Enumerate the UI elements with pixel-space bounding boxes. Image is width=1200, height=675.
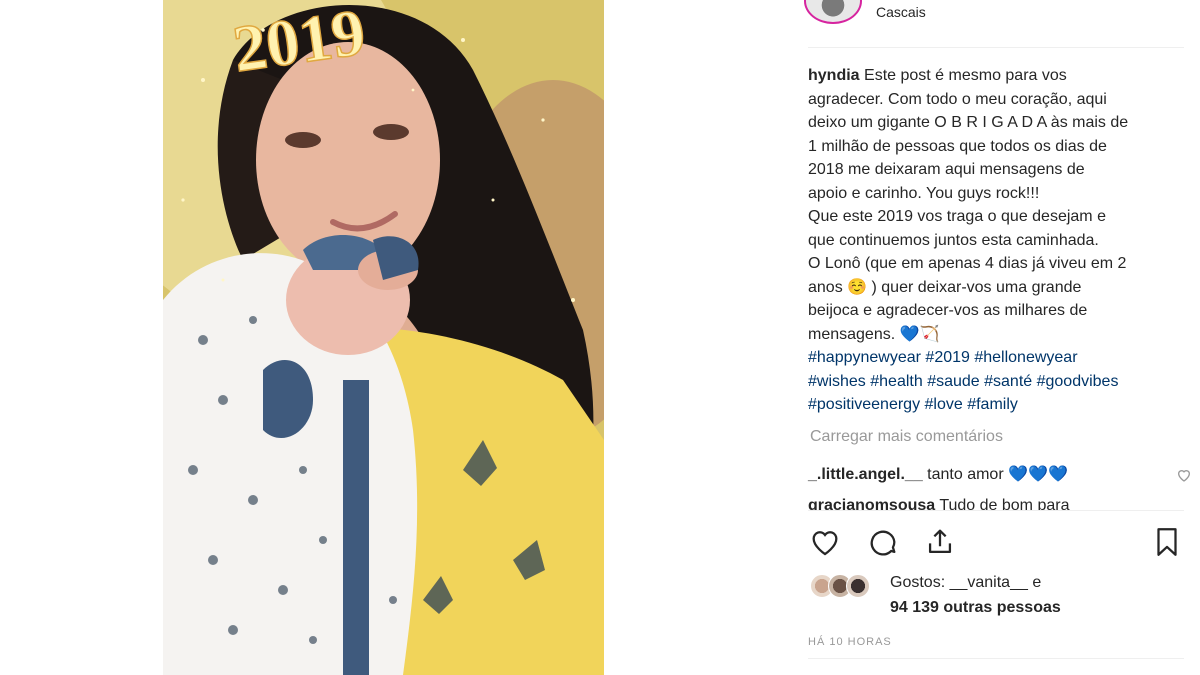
action-bar (808, 525, 1184, 561)
footer-divider (808, 658, 1184, 659)
post-photo[interactable]: 2019 (163, 0, 604, 675)
likes-text: Gostos: __vanita__ e (890, 574, 1042, 591)
heart-icon[interactable] (808, 525, 842, 559)
comment-item: _.little.angel.__ tanto amor 💙💙💙 (808, 464, 1191, 484)
comment-text: tanto amor 💙💙💙 (927, 466, 1068, 483)
caption-line: apoio e carinho. You guys rock!!! (808, 184, 1040, 202)
caption-line: mensagens. 💙🏹 (808, 325, 940, 343)
post-sidebar: Cascais hyndia Este post é mesmo para vo… (804, 0, 1191, 675)
caption-line: agradecer. Com todo o meu coração, aqui (808, 90, 1107, 108)
caption-line: 2018 me deixaram aqui mensagens de (808, 161, 1085, 178)
comments-divider (808, 510, 1184, 511)
caption-line: hyndia Este post é mesmo para vos (808, 67, 1067, 84)
likes-others[interactable]: 94 139 outras pessoas (890, 599, 1061, 617)
caption-line: beijoca e agradecer-vos as milhares de (808, 302, 1088, 319)
caption-line: anos ☺️ ) quer deixar-vos uma grande (808, 278, 1082, 296)
liker-username[interactable]: __vanita__ (950, 574, 1028, 591)
hashtag-line[interactable]: #positiveenergy #love #family (808, 393, 1178, 417)
header-divider (808, 47, 1184, 48)
hashtag-line[interactable]: #wishes #health #saude #santé #goodvibes (808, 370, 1178, 394)
comment-username[interactable]: gracianomsousa (808, 497, 935, 511)
caption-line: deixo um gigante O B R I G A D A às mais… (808, 114, 1129, 131)
hashtag-line[interactable]: #happynewyear #2019 #hellonewyear (808, 346, 1178, 370)
post-caption: hyndia Este post é mesmo para vos agrade… (808, 64, 1178, 417)
bookmark-icon[interactable] (1150, 525, 1184, 559)
author-username[interactable]: hyndia (808, 67, 860, 84)
post-timestamp[interactable]: HÁ 10 HORAS (808, 636, 892, 648)
caption-line: O Lonô (que em apenas 4 dias já viveu em… (808, 255, 1127, 272)
caption-line: que continuemos juntos esta caminhada. (808, 231, 1099, 249)
photo-illustration: 2019 (163, 0, 604, 675)
caption-line: 1 milhão de pessoas que todos os dias de (808, 137, 1107, 155)
comment-text: Tudo de bom para (939, 497, 1070, 511)
comment-icon[interactable] (866, 525, 900, 559)
author-avatar[interactable] (804, 0, 862, 24)
comment-like-icon[interactable] (1176, 467, 1192, 488)
share-icon[interactable] (923, 525, 957, 559)
liker-avatars[interactable] (810, 574, 880, 600)
location-link[interactable]: Cascais (876, 4, 926, 20)
caption-line: Que este 2019 vos traga o que desejam e (808, 208, 1106, 225)
comment-item: gracianomsousa Tudo de bom para (808, 497, 1184, 511)
liker-avatar[interactable] (846, 574, 870, 598)
comment-username[interactable]: _.little.angel.__ (808, 466, 923, 483)
load-more-comments[interactable]: Carregar mais comentários (810, 428, 1003, 446)
